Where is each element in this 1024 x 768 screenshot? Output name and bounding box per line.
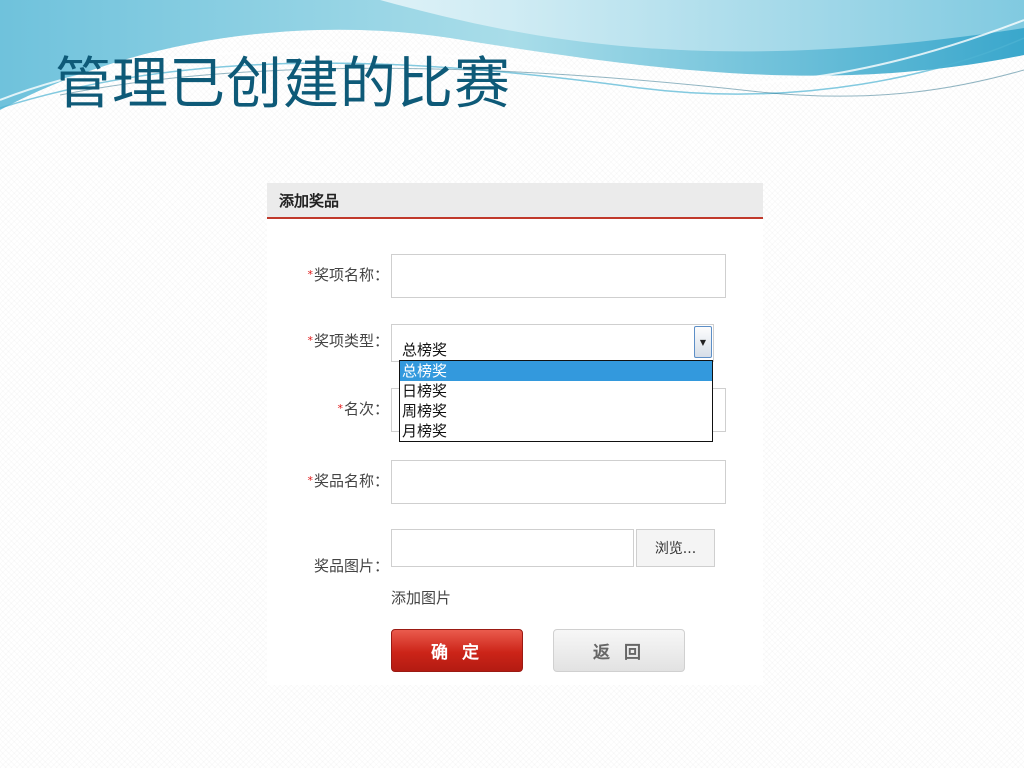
add-prize-form: 添加奖品 *奖项名称： *奖项类型： 总榜奖 ▼ *名次： 总榜奖 日榜奖 周榜… [267, 183, 763, 685]
award-type-label: *奖项类型： [307, 332, 389, 350]
browse-button[interactable]: 浏览... [636, 529, 715, 567]
required-mark: * [307, 474, 313, 487]
prize-name-label: *奖品名称： [307, 472, 389, 490]
panel-title: 添加奖品 [279, 191, 340, 210]
award-type-select[interactable]: 总榜奖 ▼ [391, 324, 714, 362]
award-name-input[interactable] [391, 254, 726, 298]
dropdown-option-weekly[interactable]: 周榜奖 [400, 401, 712, 421]
dropdown-option-daily[interactable]: 日榜奖 [400, 381, 712, 401]
chevron-down-icon: ▼ [699, 337, 707, 347]
dropdown-arrow-button[interactable]: ▼ [694, 326, 712, 358]
award-name-label: *奖项名称： [307, 266, 389, 284]
required-mark: * [337, 402, 343, 415]
dropdown-option-monthly[interactable]: 月榜奖 [400, 421, 712, 441]
award-type-dropdown-list: 总榜奖 日榜奖 周榜奖 月榜奖 [399, 360, 713, 442]
rank-label: *名次： [337, 400, 389, 418]
award-type-selected-value: 总榜奖 [402, 341, 448, 359]
prize-image-path-field[interactable] [391, 529, 634, 567]
dropdown-option-overall[interactable]: 总榜奖 [400, 361, 712, 381]
prize-image-label: 奖品图片： [313, 557, 389, 575]
add-image-link[interactable]: 添加图片 [391, 587, 451, 608]
prize-name-input[interactable] [391, 460, 726, 504]
required-mark: * [307, 268, 313, 281]
back-button[interactable]: 返 回 [553, 629, 685, 672]
confirm-button[interactable]: 确 定 [391, 629, 523, 672]
required-mark: * [307, 334, 313, 347]
slide-title: 管理已创建的比赛 [55, 52, 511, 117]
panel-header: 添加奖品 [267, 183, 763, 219]
